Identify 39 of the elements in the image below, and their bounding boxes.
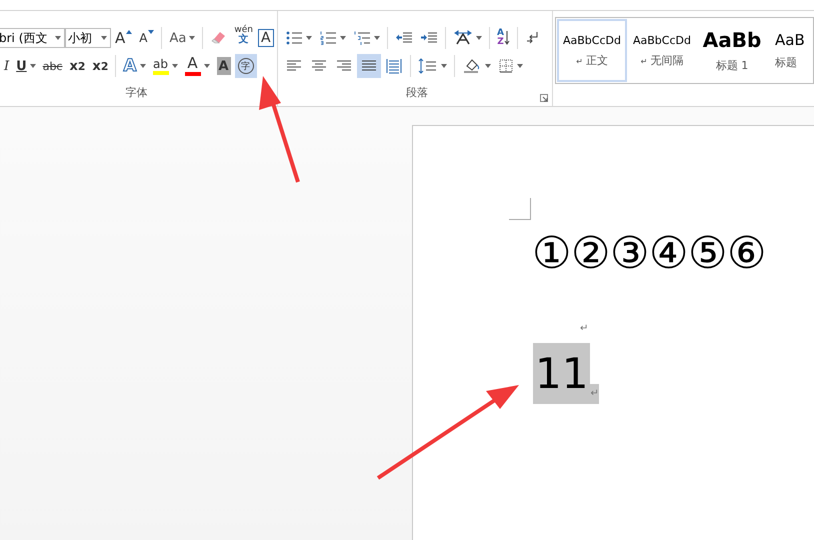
sort-button[interactable]: A Z [494, 26, 513, 50]
bullet-list-icon [285, 30, 303, 46]
selected-text: 11 [533, 343, 590, 404]
margin-corner-mark [509, 198, 531, 220]
shading-button[interactable]: A [216, 57, 231, 75]
paragraph-mark: ↵ [590, 384, 599, 404]
phonetic-guide-button[interactable]: wén 文 [232, 26, 255, 50]
italic-button[interactable]: I [0, 54, 12, 78]
dropdown-arrow-icon [101, 36, 107, 40]
multilevel-list-icon [353, 30, 371, 46]
distribute-align-icon [385, 58, 403, 74]
highlight-button[interactable]: ab [150, 54, 181, 78]
font-size-field[interactable]: 小初 [65, 28, 111, 48]
underline-button[interactable]: U [13, 54, 39, 78]
line-spacing-icon [418, 58, 438, 74]
shrink-font-button[interactable]: A [136, 26, 158, 50]
circled-numbers: ①②③④⑤⑥ [532, 227, 767, 279]
strike-button[interactable]: abc [40, 54, 66, 78]
caret-icon [126, 30, 132, 34]
group-label: 字体 [126, 85, 148, 100]
change-case-button[interactable]: Aa [166, 26, 198, 50]
paragraph-mark: ↵ [580, 323, 590, 335]
borders-icon [498, 58, 514, 74]
character-border-button[interactable]: A [258, 29, 274, 47]
asian-layout-icon [453, 30, 473, 46]
down-arrow-icon [504, 30, 510, 46]
justify-button[interactable] [357, 54, 381, 78]
dropdown-arrow-icon [55, 36, 61, 40]
numbered-list-icon [319, 30, 337, 46]
encircle-button[interactable]: 字 [234, 54, 257, 78]
font-name-field[interactable]: bri (西文 [0, 28, 65, 48]
grow-font-button[interactable]: A [112, 26, 136, 50]
paint-bucket-icon [462, 58, 482, 74]
effects-button[interactable]: A [120, 54, 149, 78]
fontcolor-button[interactable]: A [182, 54, 213, 78]
style-item[interactable]: AaBbCcDd ↵ 正文 [557, 19, 627, 82]
dialog-launcher-icon[interactable] [540, 94, 548, 102]
caret-icon [148, 30, 154, 34]
group-label: 段落 [406, 85, 428, 100]
